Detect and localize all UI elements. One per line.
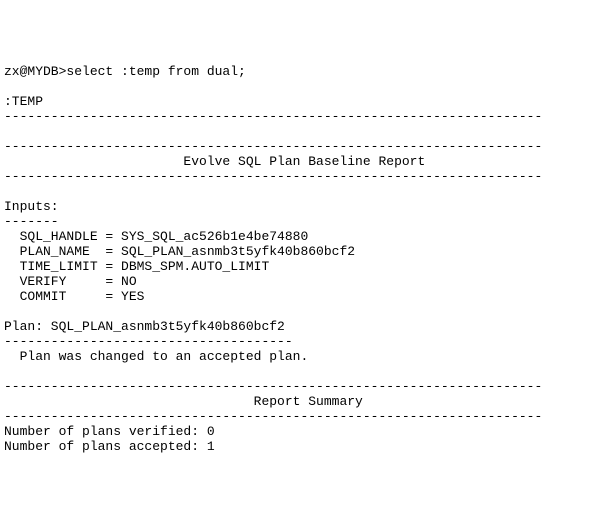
summary-title: Report Summary bbox=[4, 394, 363, 409]
plan-name-line: PLAN_NAME = SQL_PLAN_asnmb3t5yfk40b860bc… bbox=[4, 244, 355, 259]
time-limit-line: TIME_LIMIT = DBMS_SPM.AUTO_LIMIT bbox=[4, 259, 269, 274]
separator: ----------------------------------------… bbox=[4, 169, 542, 184]
inputs-label: Inputs: bbox=[4, 199, 59, 214]
report-title: Evolve SQL Plan Baseline Report bbox=[4, 154, 589, 169]
plan-result: Plan was changed to an accepted plan. bbox=[4, 349, 308, 364]
commit-line: COMMIT = YES bbox=[4, 289, 144, 304]
sql-handle-line: SQL_HANDLE = SYS_SQL_ac526b1e4be74880 bbox=[4, 229, 308, 244]
column-header: :TEMP bbox=[4, 94, 43, 109]
separator: ----------------------------------------… bbox=[4, 109, 542, 124]
separator: ----------------------------------------… bbox=[4, 409, 542, 424]
verified-line: Number of plans verified: 0 bbox=[4, 424, 215, 439]
separator: ------------------------------------- bbox=[4, 334, 293, 349]
separator: ----------------------------------------… bbox=[4, 139, 542, 154]
sql-prompt-line: zx@MYDB>select :temp from dual; bbox=[4, 64, 246, 79]
separator: ----------------------------------------… bbox=[4, 379, 542, 394]
accepted-line: Number of plans accepted: 1 bbox=[4, 439, 215, 454]
plan-header: Plan: SQL_PLAN_asnmb3t5yfk40b860bcf2 bbox=[4, 319, 285, 334]
separator: ------- bbox=[4, 214, 59, 229]
verify-line: VERIFY = NO bbox=[4, 274, 137, 289]
